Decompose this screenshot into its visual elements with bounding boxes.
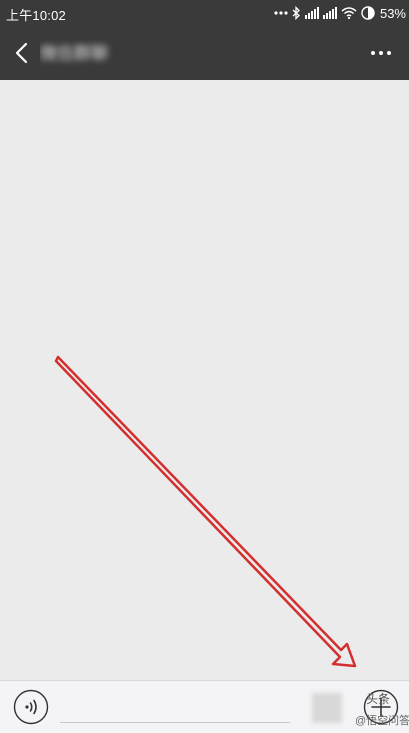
emoji-button[interactable] [312, 693, 342, 723]
voice-toggle-button[interactable] [13, 689, 49, 725]
watermark-text: @悟空问答 [355, 715, 409, 727]
watermark-logo: 头条 [366, 692, 391, 706]
chat-info-button[interactable] [369, 43, 393, 63]
status-icons: 53% [274, 3, 406, 23]
watermark: 头条 @悟空问答 [355, 688, 409, 732]
message-input[interactable] [60, 692, 290, 723]
voice-icon [13, 689, 49, 725]
battery-icon [361, 6, 375, 20]
back-button[interactable] [10, 39, 36, 67]
wifi-icon [341, 7, 357, 19]
status-bar: 上午10:02 53% [0, 0, 409, 26]
chevron-left-icon [15, 42, 28, 64]
signal-icon [322, 7, 337, 19]
chat-header: 微信群聊 [0, 26, 409, 80]
battery-percent: 53% [379, 5, 406, 21]
signal-icon [304, 7, 319, 19]
input-bar [0, 680, 409, 733]
chat-title-text: 微信群聊 [40, 44, 108, 63]
bluetooth-icon [292, 6, 300, 20]
status-time: 上午10:02 [6, 8, 66, 23]
more-horizontal-icon [371, 51, 391, 55]
message-list[interactable] [0, 80, 409, 680]
more-dots-icon [274, 11, 288, 15]
chat-title: 微信群聊 [40, 38, 122, 70]
